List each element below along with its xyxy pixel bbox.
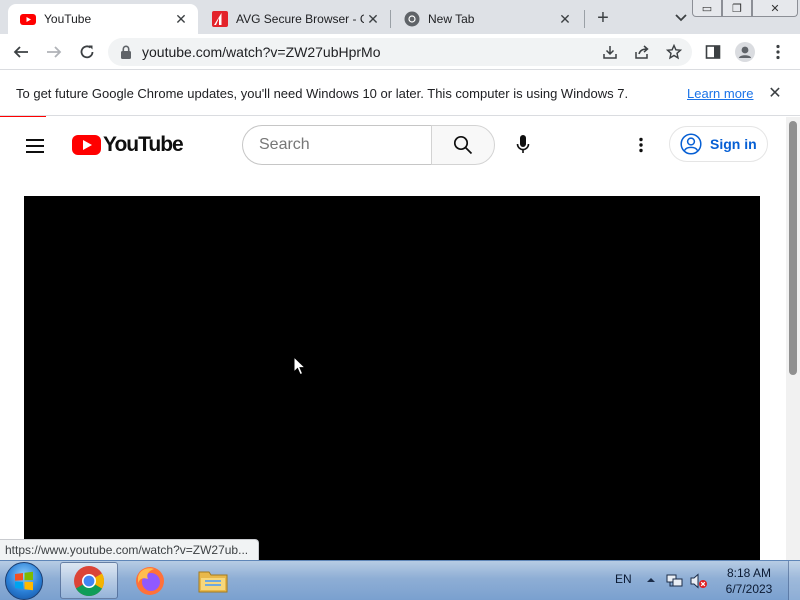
youtube-icon	[20, 14, 36, 25]
firefox-icon	[136, 566, 164, 595]
taskbar-chrome[interactable]	[60, 562, 118, 599]
windows-logo-icon	[15, 571, 33, 591]
youtube-masthead: YouTube Search Sign in	[0, 117, 786, 173]
settings-menu-button[interactable]	[628, 131, 654, 159]
chrome-icon	[404, 11, 420, 27]
tab-separator	[584, 10, 585, 28]
url-text[interactable]: youtube.com/watch?v=ZW27ubHprMo	[142, 44, 381, 60]
page-scrollbar[interactable]	[786, 117, 800, 560]
search-input[interactable]	[243, 126, 432, 164]
tab-avg[interactable]: AVG Secure Browser - C ✕	[200, 4, 390, 34]
tab-new-tab[interactable]: New Tab ✕	[392, 4, 582, 34]
star-icon	[666, 44, 682, 60]
mouse-cursor-icon	[293, 356, 307, 376]
back-button[interactable]	[8, 39, 34, 65]
forward-button[interactable]	[41, 39, 67, 65]
arrow-left-icon	[13, 46, 28, 58]
sign-in-button[interactable]: Sign in	[669, 126, 768, 162]
search-button[interactable]	[431, 125, 495, 165]
share-icon	[635, 45, 649, 59]
tab-title: YouTube	[44, 12, 92, 26]
chrome-icon	[74, 565, 105, 596]
taskbar-firefox[interactable]	[121, 562, 179, 599]
search-box	[242, 125, 432, 165]
lock-icon[interactable]	[120, 45, 132, 59]
more-vertical-icon	[639, 137, 643, 153]
microphone-icon	[516, 135, 530, 153]
show-desktop-button[interactable]	[788, 561, 800, 600]
window-close-button[interactable]: ✕	[752, 0, 798, 17]
search-icon	[453, 135, 473, 155]
language-indicator[interactable]: EN	[615, 572, 632, 586]
side-panel-button[interactable]	[700, 39, 726, 65]
account-circle-icon	[680, 133, 702, 155]
profile-button[interactable]	[732, 39, 758, 65]
new-tab-button[interactable]: +	[590, 6, 616, 30]
tab-strip: YouTube ✕ AVG Secure Browser - C ✕ New T…	[0, 0, 800, 34]
browser-toolbar: youtube.com/watch?v=ZW27ubHprMo	[0, 34, 800, 70]
show-hidden-icons-icon[interactable]	[646, 575, 656, 585]
page-viewport: YouTube Search Sign in	[0, 117, 786, 560]
network-icon[interactable]	[666, 573, 684, 589]
video-player[interactable]	[24, 196, 760, 560]
taskbar-file-explorer[interactable]	[184, 562, 242, 599]
maximize-button[interactable]: ❐	[722, 0, 752, 17]
file-explorer-icon	[198, 571, 228, 592]
chrome-menu-button[interactable]	[765, 39, 791, 65]
tab-youtube[interactable]: YouTube ✕	[8, 4, 198, 34]
clock-time: 8:18 AM	[726, 566, 772, 580]
tab-separator	[390, 10, 391, 28]
download-icon	[603, 46, 617, 59]
windows-taskbar: EN 8:18 AM 6/7/2023	[0, 560, 800, 600]
guide-menu-button[interactable]	[24, 135, 48, 155]
youtube-logo[interactable]: YouTube	[72, 133, 184, 157]
tab-close-button[interactable]: ✕	[364, 10, 382, 28]
arrow-right-icon	[47, 46, 62, 58]
status-bubble: https://www.youtube.com/watch?v=ZW27ub..…	[0, 539, 260, 560]
avg-icon	[212, 11, 228, 27]
tab-close-button[interactable]: ✕	[172, 10, 190, 28]
system-clock[interactable]: 8:18 AM 6/7/2023	[718, 565, 780, 597]
window-controls: ▭ ❐ ✕	[692, 0, 798, 17]
share-button[interactable]	[631, 42, 653, 62]
start-button[interactable]	[5, 562, 43, 600]
minimize-button[interactable]: ▭	[692, 0, 722, 17]
menu-icon	[26, 139, 44, 141]
reload-icon	[80, 45, 94, 59]
volume-muted-icon[interactable]	[690, 573, 708, 589]
tab-title: New Tab	[428, 12, 475, 26]
voice-search-button[interactable]	[507, 127, 539, 163]
address-bar[interactable]: youtube.com/watch?v=ZW27ubHprMo	[108, 38, 692, 66]
chevron-down-icon	[675, 14, 687, 22]
sign-in-label: Sign in	[710, 136, 757, 152]
clock-date: 6/7/2023	[725, 582, 773, 596]
tab-title: AVG Secure Browser - C	[236, 12, 364, 26]
tab-search-button[interactable]	[670, 6, 692, 30]
install-app-button[interactable]	[599, 42, 621, 62]
youtube-play-icon	[72, 135, 101, 155]
bookmark-button[interactable]	[663, 42, 685, 62]
infobar-message: To get future Google Chrome updates, you…	[16, 86, 629, 101]
infobar-close-button[interactable]: ✕	[766, 83, 784, 103]
update-infobar: To get future Google Chrome updates, you…	[0, 71, 800, 116]
avatar-icon	[735, 42, 755, 62]
more-vertical-icon	[776, 44, 780, 60]
scrollbar-thumb[interactable]	[789, 121, 797, 375]
learn-more-link[interactable]: Learn more	[687, 86, 753, 101]
side-panel-icon	[705, 45, 721, 59]
logo-text: YouTube	[103, 133, 184, 156]
tab-close-button[interactable]: ✕	[556, 10, 574, 28]
reload-button[interactable]	[74, 39, 100, 65]
